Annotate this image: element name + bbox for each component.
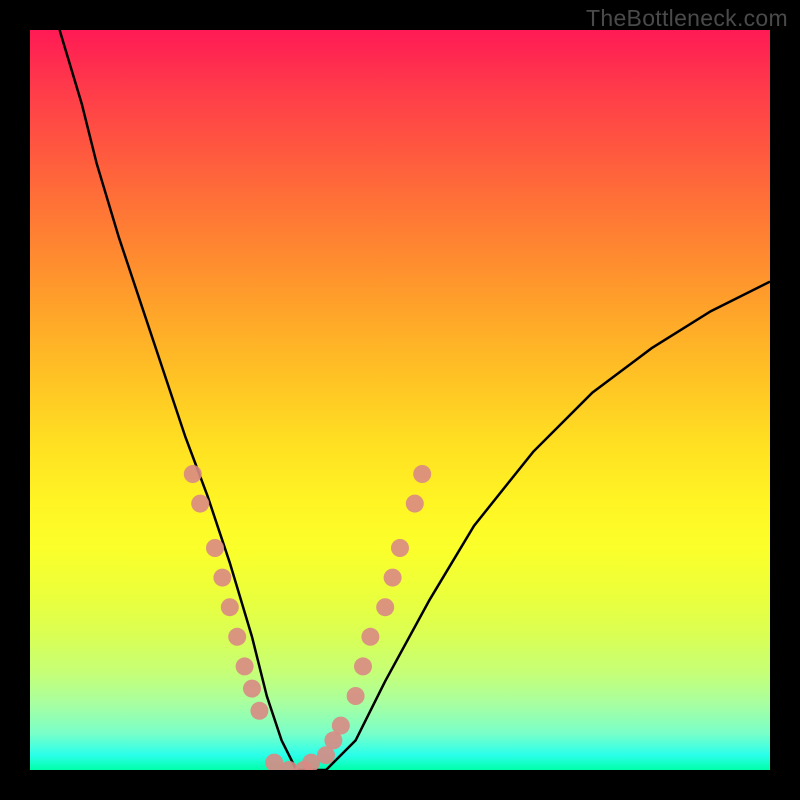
data-marker <box>228 628 246 646</box>
data-marker <box>206 539 224 557</box>
data-marker <box>243 680 261 698</box>
data-marker <box>250 702 268 720</box>
data-marker <box>406 495 424 513</box>
data-marker <box>413 465 431 483</box>
data-marker <box>236 657 254 675</box>
data-marker <box>213 569 231 587</box>
watermark-text: TheBottleneck.com <box>586 5 788 32</box>
data-marker <box>376 598 394 616</box>
data-marker <box>391 539 409 557</box>
data-marker <box>221 598 239 616</box>
plot-area <box>30 30 770 770</box>
data-marker <box>184 465 202 483</box>
marker-layer <box>184 465 431 770</box>
data-marker <box>361 628 379 646</box>
data-marker <box>354 657 372 675</box>
data-marker <box>384 569 402 587</box>
bottleneck-curve-path <box>60 30 770 770</box>
data-marker <box>332 717 350 735</box>
data-marker <box>347 687 365 705</box>
data-marker <box>191 495 209 513</box>
chart-svg <box>30 30 770 770</box>
curve-layer <box>60 30 770 770</box>
